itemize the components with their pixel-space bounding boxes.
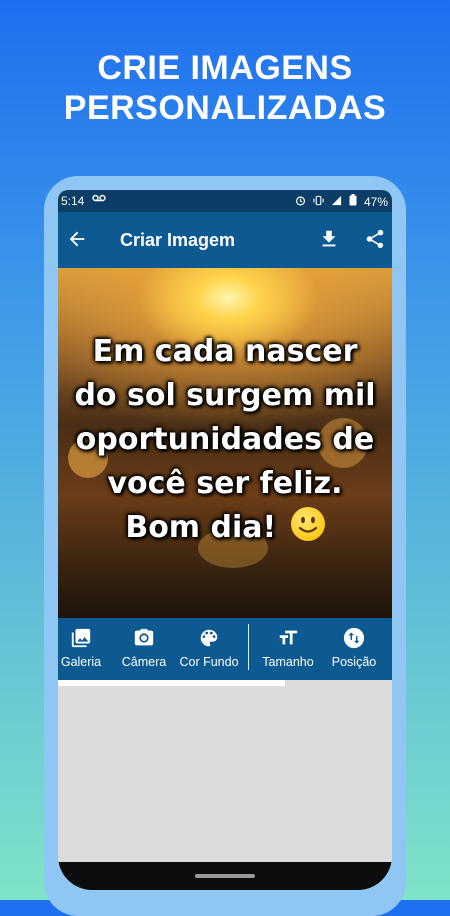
gallery-icon bbox=[71, 628, 91, 648]
quote-line-1: Em cada nascer bbox=[92, 334, 358, 369]
arrow-back-icon[interactable] bbox=[66, 228, 88, 250]
promo-headline: CRIE IMAGENS PERSONALIZADAS bbox=[0, 48, 450, 128]
headline-line-1: CRIE IMAGENS bbox=[97, 49, 353, 87]
background-color-button[interactable]: Cor Fundo bbox=[176, 618, 242, 680]
palette-icon bbox=[200, 629, 218, 647]
home-gesture-handle[interactable] bbox=[195, 874, 255, 878]
battery-level: 47% bbox=[363, 194, 388, 209]
voicemail-icon bbox=[92, 192, 106, 206]
phone-screen: 5:14 47% Criar Imagem Em cada nascer do … bbox=[58, 190, 392, 890]
battery-icon bbox=[349, 194, 357, 209]
empty-canvas-area bbox=[58, 686, 392, 890]
quote-line-5: Bom dia! bbox=[125, 510, 277, 545]
editing-toolbar: Galeria Câmera Cor Fundo Tamanho Posição bbox=[58, 618, 392, 680]
status-time: 5:14 bbox=[61, 194, 85, 208]
quote-line-3: oportunidades de bbox=[75, 422, 375, 457]
share-icon[interactable] bbox=[364, 228, 386, 250]
signal-icon bbox=[331, 195, 342, 209]
status-bar: 5:14 47% bbox=[58, 190, 392, 212]
background-color-label: Cor Fundo bbox=[179, 655, 239, 669]
system-navigation-bar bbox=[58, 862, 392, 890]
app-bar: Criar Imagem bbox=[58, 212, 392, 268]
position-button[interactable]: Posição bbox=[324, 618, 384, 680]
sunrise-photo[interactable]: Em cada nascer do sol surgem mil oportun… bbox=[58, 268, 392, 618]
text-size-label: Tamanho bbox=[262, 655, 314, 669]
headline-line-2: PERSONALIZADAS bbox=[63, 89, 387, 127]
smiley-emoji-icon bbox=[290, 507, 325, 541]
page-title: Criar Imagem bbox=[120, 230, 236, 250]
camera-label: Câmera bbox=[121, 655, 167, 669]
camera-button[interactable]: Câmera bbox=[116, 618, 172, 680]
alarm-icon bbox=[295, 195, 306, 209]
toolbar-divider bbox=[248, 624, 249, 670]
gallery-label: Galeria bbox=[60, 655, 102, 669]
quote-line-4: você ser feliz. bbox=[107, 466, 343, 501]
download-icon[interactable] bbox=[318, 228, 340, 250]
vibrate-icon bbox=[313, 195, 324, 209]
swap-vertical-icon bbox=[343, 627, 365, 649]
quote-line-2: do sol surgem mil bbox=[74, 378, 376, 413]
gallery-button[interactable]: Galeria bbox=[58, 618, 104, 680]
camera-icon bbox=[134, 628, 154, 646]
quote-text[interactable]: Em cada nascer do sol surgem mil oportun… bbox=[58, 330, 392, 550]
text-size-icon bbox=[279, 630, 298, 645]
position-label: Posição bbox=[331, 655, 377, 669]
text-size-button[interactable]: Tamanho bbox=[256, 618, 320, 680]
